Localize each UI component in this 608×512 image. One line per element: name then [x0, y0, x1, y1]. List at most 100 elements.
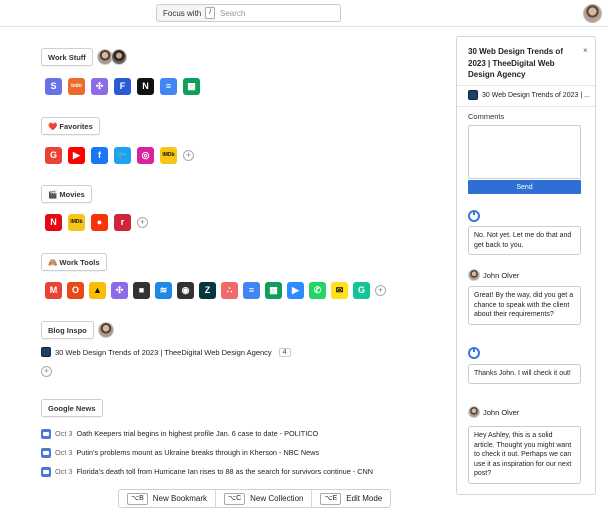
- edit-mode-button[interactable]: ⌥E Edit Mode: [312, 490, 390, 507]
- clickup-icon[interactable]: ✣: [91, 77, 108, 95]
- bottom-toolbar: ⌥B New Bookmark ⌥C New Collection ⌥E Edi…: [118, 489, 392, 508]
- new-bookmark-button[interactable]: ⌥B New Bookmark: [119, 490, 216, 507]
- favorites-icons: G ▶ f 🐦 ◎ IMDb +: [45, 146, 194, 164]
- comment-bubble: Thanks John. I will check it out!: [468, 364, 581, 384]
- top-bar: Focus with /: [0, 0, 608, 27]
- bookmark-link-text: 30 Web Design Trends of 2023 | ...: [482, 91, 590, 99]
- comment-count-badge: 4: [278, 347, 291, 357]
- news-date: Oct 3: [55, 429, 73, 438]
- panel-title: 30 Web Design Trends of 2023 | TheeDigit…: [468, 47, 563, 79]
- list-item[interactable]: Oct 3 Oath Keepers trial begins in highe…: [41, 424, 373, 443]
- stack-icon[interactable]: ≋: [155, 281, 172, 299]
- send-button[interactable]: Send: [468, 180, 581, 194]
- section-title-work-stuff[interactable]: Work Stuff: [41, 48, 93, 66]
- netflix-icon[interactable]: N: [45, 213, 62, 231]
- list-item[interactable]: Oct 3 Florida's death toll from Hurrican…: [41, 462, 373, 481]
- add-bookmark-icon[interactable]: +: [41, 366, 52, 377]
- comment-author: John Olver: [483, 271, 520, 280]
- fabric-icon[interactable]: F: [114, 77, 131, 95]
- youtube-icon[interactable]: ▶: [68, 146, 85, 164]
- comment-input[interactable]: [468, 125, 581, 179]
- new-collection-button[interactable]: ⌥C New Collection: [216, 490, 313, 507]
- google-sheets-icon[interactable]: ▦: [183, 77, 200, 95]
- add-bookmark-icon[interactable]: +: [137, 216, 148, 228]
- section-work-stuff-header: Work Stuff: [41, 48, 127, 66]
- list-item[interactable]: Oct 3 Putin's problems mount as Ukraine …: [41, 443, 373, 462]
- search-input[interactable]: [215, 4, 341, 22]
- section-favorites-header: ❤️ Favorites: [41, 117, 100, 135]
- section-title-text: Google News: [48, 403, 96, 413]
- section-title-favorites[interactable]: ❤️ Favorites: [41, 117, 100, 135]
- news-date: Oct 3: [55, 448, 73, 457]
- avatar: [97, 322, 114, 338]
- office-icon[interactable]: O: [67, 281, 84, 299]
- comments-label: Comments: [468, 112, 505, 121]
- focus-label: Focus with: [163, 8, 202, 18]
- zoom-icon[interactable]: ▶: [287, 281, 304, 299]
- close-icon[interactable]: ×: [583, 46, 588, 55]
- shortcut-key: ⌥B: [127, 492, 148, 505]
- focus-button[interactable]: Focus with /: [156, 4, 223, 22]
- shortcut-key: ⌥C: [224, 492, 246, 505]
- bookmark-detail-panel: 30 Web Design Trends of 2023 | TheeDigit…: [456, 36, 596, 495]
- bookmark-title: 30 Web Design Trends of 2023 | TheeDigit…: [55, 347, 272, 357]
- bookmark-link[interactable]: 30 Web Design Trends of 2023 | ...: [468, 90, 590, 100]
- comment-bubble: Great! By the way, did you get a chance …: [468, 286, 581, 325]
- imdb-icon[interactable]: IMDb: [68, 213, 85, 231]
- add-bookmark-icon[interactable]: +: [375, 284, 386, 296]
- section-title-text: ❤️ Favorites: [48, 121, 93, 131]
- section-title-google-news[interactable]: Google News: [41, 399, 103, 417]
- notion-icon[interactable]: N: [137, 77, 154, 95]
- divider: [457, 106, 595, 107]
- news-list: Oct 3 Oath Keepers trial begins in highe…: [41, 424, 373, 481]
- work-tools-icons: M O ▲ ✣ ■ ≋ ◉ Z ∴ ≡ ▦ ▶ ✆ ✉ G +: [45, 281, 386, 299]
- google-icon[interactable]: G: [45, 146, 62, 164]
- shortcut-key: ⌥E: [320, 492, 342, 505]
- comment-bubble: No. Not yet. Let me do that and get back…: [468, 226, 581, 255]
- instagram-icon[interactable]: ◎: [137, 146, 154, 164]
- google-ads-icon[interactable]: ▲: [89, 281, 106, 299]
- section-work-tools-header: 🙈 Work Tools: [41, 253, 107, 271]
- mailchimp-icon[interactable]: ✉: [331, 281, 348, 299]
- avatar: [468, 406, 480, 418]
- rotten-tomatoes-icon[interactable]: ●: [91, 213, 108, 231]
- new-collection-label: New Collection: [250, 494, 304, 503]
- edit-mode-label: Edit Mode: [346, 494, 383, 503]
- grammarly-icon[interactable]: G: [353, 281, 370, 299]
- google-docs-icon[interactable]: ≡: [243, 281, 260, 299]
- news-title: Oath Keepers trial begins in highest pro…: [76, 429, 319, 438]
- camera-icon[interactable]: ◉: [177, 281, 194, 299]
- comment-author: John Olver: [483, 408, 520, 417]
- clickup-icon[interactable]: ✣: [111, 281, 128, 299]
- google-news-icon: [41, 466, 51, 477]
- facebook-icon[interactable]: f: [91, 146, 108, 164]
- imdb-icon[interactable]: IMDb: [160, 146, 177, 164]
- section-title-blog-inspo[interactable]: Blog Inspo: [41, 321, 94, 339]
- gmail-icon[interactable]: M: [45, 281, 62, 299]
- asana-icon[interactable]: ∴: [221, 281, 238, 299]
- twitter-icon[interactable]: 🐦: [114, 146, 131, 164]
- todoist-icon[interactable]: todo: [68, 77, 85, 95]
- stripe-icon[interactable]: S: [45, 77, 62, 95]
- letterboxd-icon[interactable]: r: [114, 213, 131, 231]
- section-title-movies[interactable]: 🎬 Movies: [41, 185, 92, 203]
- whatsapp-icon[interactable]: ✆: [309, 281, 326, 299]
- zendesk-icon[interactable]: Z: [199, 281, 216, 299]
- website-favicon-icon: [41, 347, 51, 357]
- google-docs-icon[interactable]: ≡: [160, 77, 177, 95]
- user-avatar[interactable]: [583, 4, 602, 23]
- section-title-text: Blog Inspo: [48, 325, 87, 335]
- add-bookmark-icon[interactable]: +: [183, 149, 194, 161]
- work-stuff-icons: Stodo ✣ F N ≡ ▦: [45, 77, 200, 95]
- google-sheets-icon[interactable]: ▦: [265, 281, 282, 299]
- google-news-icon: [41, 428, 51, 439]
- avatar: [468, 269, 480, 281]
- power-icon: [468, 347, 480, 359]
- comment-bubble: Hey Ashley, this is a solid article. Tho…: [468, 426, 581, 484]
- section-title-work-tools[interactable]: 🙈 Work Tools: [41, 253, 107, 271]
- section-google-news-header: Google News: [41, 399, 103, 417]
- blog-inspo-item[interactable]: 30 Web Design Trends of 2023 | TheeDigit…: [41, 347, 291, 357]
- website-favicon-icon: [468, 90, 478, 100]
- book-icon[interactable]: ■: [133, 281, 150, 299]
- section-movies-header: 🎬 Movies: [41, 185, 92, 203]
